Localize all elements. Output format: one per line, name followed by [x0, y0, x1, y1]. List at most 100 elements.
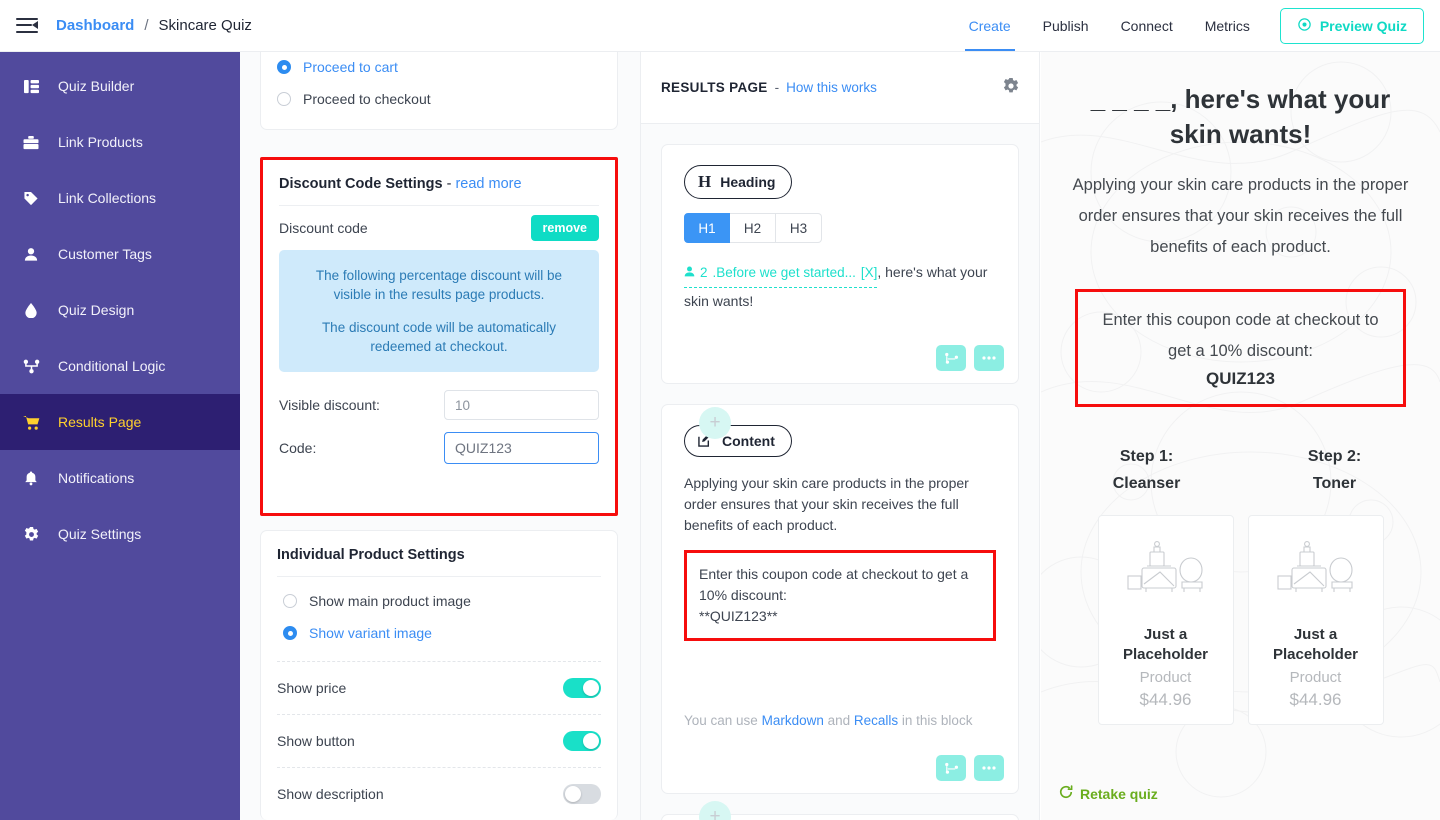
sidebar-item-label: Customer Tags [58, 246, 152, 262]
show-description-toggle[interactable] [563, 784, 601, 804]
sidebar-item-label: Results Page [58, 414, 142, 430]
heading-text-editor[interactable]: 2 .Before we get started... [X] , here's… [684, 259, 996, 314]
sidebar-item-label: Notifications [58, 470, 135, 486]
retake-quiz-button[interactable]: Retake quiz [1059, 785, 1158, 802]
show-price-toggle[interactable] [563, 678, 601, 698]
radio-label: Proceed to checkout [303, 91, 431, 107]
code-label: Code: [279, 440, 317, 456]
visible-discount-input[interactable] [445, 391, 598, 419]
read-more-link[interactable]: read more [455, 176, 521, 192]
discount-code-settings-card: Discount Code Settings - read more Disco… [260, 157, 618, 516]
coupon-line-1: Enter this coupon code at checkout to ge… [699, 566, 969, 603]
radio-proceed-to-cart[interactable]: Proceed to cart [261, 51, 617, 83]
sidebar-item-conditional-logic[interactable]: Conditional Logic [0, 338, 240, 394]
tab-publish[interactable]: Publish [1027, 0, 1105, 51]
code-input-wrap [444, 432, 599, 464]
discount-title-dash: - [442, 176, 456, 192]
sidebar-item-link-products[interactable]: Link Products [0, 114, 240, 170]
show-button-toggle[interactable] [563, 731, 601, 751]
heading-chip-label: Heading [720, 174, 776, 190]
toggle-label: Show price [277, 680, 347, 696]
heading-level-h1[interactable]: H1 [684, 213, 730, 243]
visible-discount-input-group: % [444, 390, 599, 420]
step-name: Cleanser [1112, 475, 1181, 492]
content-block: Content Applying your skin care products… [661, 404, 1019, 794]
radio-proceed-to-checkout[interactable]: Proceed to checkout [261, 83, 617, 115]
markdown-link[interactable]: Markdown [762, 713, 824, 728]
heading-block-chip[interactable]: H Heading [684, 165, 793, 199]
editor-header: RESULTS PAGE - How this works [641, 52, 1039, 124]
add-block-button-bottom[interactable]: + [699, 801, 731, 820]
sidebar-item-label: Quiz Builder [58, 78, 135, 94]
radio-label: Proceed to cart [303, 59, 398, 75]
radio-label: Show main product image [309, 593, 471, 609]
recall-remove-button[interactable]: [X] [861, 260, 878, 286]
breadcrumb-current: Skincare Quiz [158, 17, 252, 34]
preview-coupon-code: QUIZ123 [1206, 369, 1275, 388]
toggle-label: Show button [277, 733, 355, 749]
add-block-button[interactable]: + [699, 407, 731, 439]
sidebar-item-results-page[interactable]: Results Page [0, 394, 240, 450]
sidebar-item-notifications[interactable]: Notifications [0, 450, 240, 506]
toggle-label: Show description [277, 786, 384, 802]
preview-quiz-label: Preview Quiz [1319, 17, 1407, 34]
tab-connect[interactable]: Connect [1105, 0, 1189, 51]
recalls-link[interactable]: Recalls [854, 713, 898, 728]
product-price: $44.96 [1289, 690, 1342, 709]
editor-settings-gear-icon[interactable] [1003, 78, 1019, 97]
heading-block-actions [936, 345, 1004, 371]
recall-number: 2 [700, 265, 708, 280]
code-row: Code: [279, 432, 599, 464]
content-paragraph[interactable]: Applying your skin care products in the … [684, 473, 996, 536]
sidebar-item-quiz-settings[interactable]: Quiz Settings [0, 506, 240, 562]
toggle-row-show-price: Show price [277, 662, 601, 714]
radio-show-main-product-image[interactable]: Show main product image [277, 585, 601, 617]
heading-level-h2[interactable]: H2 [730, 213, 776, 243]
remove-discount-button[interactable]: remove [530, 215, 599, 241]
content-block-logic-button[interactable] [936, 755, 966, 781]
content-block-more-button[interactable] [974, 755, 1004, 781]
hamburger-icon[interactable] [16, 17, 38, 34]
radio-indicator [277, 60, 291, 74]
editor-title-dash: - [774, 80, 780, 95]
placeholder-product-image [1274, 541, 1358, 601]
individual-product-settings-card: Individual Product Settings Show main pr… [260, 530, 618, 820]
breadcrumb-dashboard-link[interactable]: Dashboard [56, 17, 134, 34]
heading-block-more-button[interactable] [974, 345, 1004, 371]
bell-icon [20, 471, 42, 486]
plus-icon: + [709, 806, 721, 820]
recall-chip[interactable]: 2 .Before we get started... [X] [684, 260, 878, 288]
droplet-icon [20, 302, 42, 318]
radio-show-variant-image[interactable]: Show variant image [277, 617, 601, 649]
product-card[interactable]: Just a Placeholder Product $44.96 [1247, 515, 1384, 725]
branch-icon [20, 359, 42, 374]
top-nav: Create Publish Connect Metrics Preview Q… [953, 0, 1440, 51]
preview-quiz-button[interactable]: Preview Quiz [1279, 7, 1424, 44]
eye-icon [1297, 17, 1312, 35]
coupon-line-2: **QUIZ123** [699, 608, 778, 624]
sidebar-item-quiz-builder[interactable]: Quiz Builder [0, 58, 240, 114]
radio-indicator [283, 626, 297, 640]
breadcrumb-separator: / [144, 17, 149, 34]
plus-icon: + [709, 412, 721, 433]
sidebar-item-link-collections[interactable]: Link Collections [0, 170, 240, 226]
sidebar-item-label: Conditional Logic [58, 358, 166, 374]
breadcrumb: Dashboard / Skincare Quiz [56, 17, 252, 34]
code-input[interactable] [445, 433, 598, 463]
placeholder-product-image [1124, 541, 1208, 601]
sidebar-item-quiz-design[interactable]: Quiz Design [0, 282, 240, 338]
tab-metrics[interactable]: Metrics [1189, 0, 1266, 51]
heading-level-group: H1 H2 H3 [684, 213, 996, 243]
content-chip-label: Content [722, 433, 775, 449]
sidebar-item-customer-tags[interactable]: Customer Tags [0, 226, 240, 282]
radio-indicator [283, 594, 297, 608]
preview-content: _ _ _ _, here's what your skin wants! Ap… [1041, 52, 1440, 725]
hint-suffix: in this block [898, 713, 973, 728]
heading-block-logic-button[interactable] [936, 345, 966, 371]
tab-create[interactable]: Create [953, 0, 1027, 51]
product-settings-title: Individual Product Settings [277, 547, 465, 563]
how-this-works-link[interactable]: How this works [786, 80, 877, 95]
content-coupon-highlight[interactable]: Enter this coupon code at checkout to ge… [684, 550, 996, 641]
heading-level-h3[interactable]: H3 [776, 213, 822, 243]
product-card[interactable]: Just a Placeholder Product $44.96 [1097, 515, 1234, 725]
